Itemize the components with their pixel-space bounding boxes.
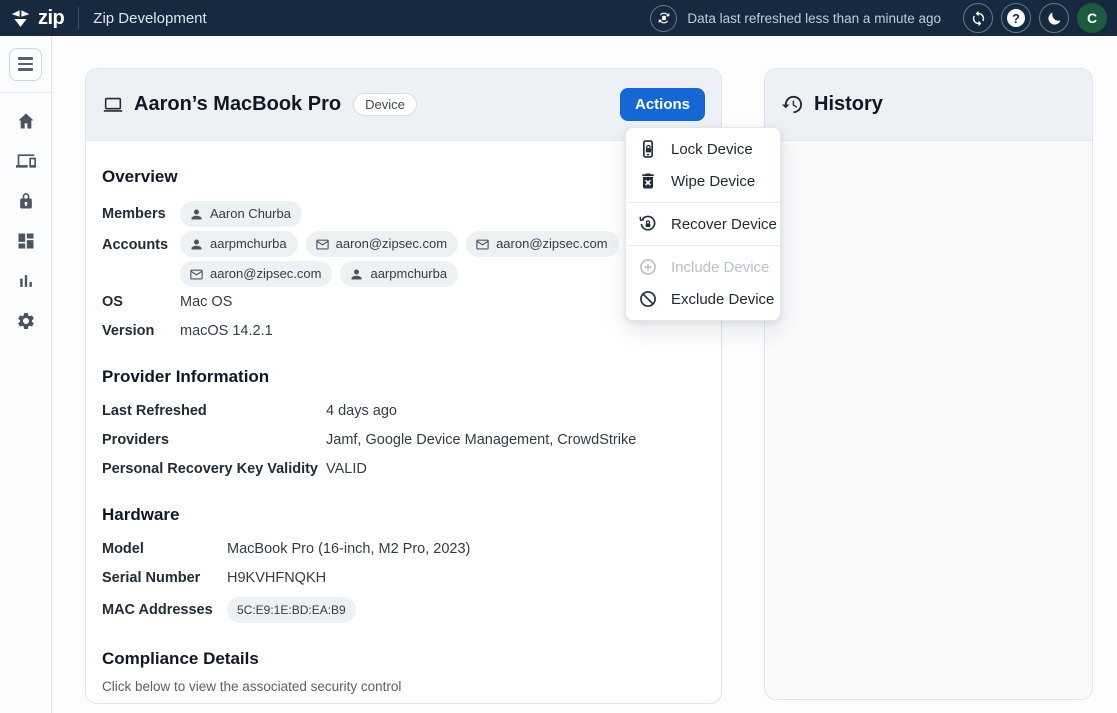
members-label: Members [102,204,180,224]
os-label: OS [102,292,180,312]
mail-icon [189,267,204,282]
overview-heading: Overview [102,167,705,187]
workspace-title: Zip Development [93,10,206,27]
history-title: History [814,93,883,116]
help-button[interactable]: ? [1001,3,1031,33]
sidebar-item-devices[interactable] [0,141,51,181]
menu-item-exclude-device[interactable]: Exclude Device [626,283,780,315]
refresh-status-text: Data last refreshed less than a minute a… [687,11,941,26]
account-chip[interactable]: aaron@zipsec.com [466,231,618,257]
hardware-row: Serial Number H9KVHFNQKH [102,568,705,588]
account-chip[interactable]: aaron@zipsec.com [306,231,458,257]
lock-device-icon [638,139,658,159]
history-icon [781,93,804,116]
brand-logo: zip [10,7,64,30]
dashboard-icon [16,231,36,251]
history-card-header: History [765,69,1092,141]
device-sync-icon [650,5,677,32]
member-chip[interactable]: Aaron Churba [180,201,302,227]
user-avatar[interactable]: C [1077,3,1107,33]
wipe-device-icon [638,171,658,191]
members-row: Members Aaron Churba [102,201,705,227]
top-navbar: zip Zip Development Data last refreshed … [0,0,1117,36]
page-title: Aaron’s MacBook Pro [134,93,341,116]
recover-device-icon [638,214,658,234]
compliance-note: Click below to view the associated secur… [102,679,705,694]
user-icon [189,207,204,222]
user-icon [349,267,364,282]
gear-icon [16,311,36,331]
main-content: Aaron’s MacBook Pro Device Actions Overv… [52,36,1117,713]
history-empty-body [765,141,1092,700]
refresh-button[interactable] [963,3,993,33]
moon-icon [1046,10,1063,27]
sidebar-item-settings[interactable] [0,301,51,341]
sidebar-item-security[interactable] [0,181,51,221]
accounts-row: Accounts aarpmchurba aaron@zipsec.com [102,231,705,287]
mac-address-chip: 5C:E9:1E:BD:EA:B9 [227,597,356,623]
menu-icon [18,57,33,59]
include-device-icon [638,257,658,277]
brand-text: zip [38,7,64,30]
menu-item-wipe-device[interactable]: Wipe Device [626,165,780,197]
exclude-device-icon [638,289,658,309]
version-value: macOS 14.2.1 [180,321,273,341]
history-card: History [764,68,1093,700]
account-chip[interactable]: aarpmchurba [340,261,458,287]
refresh-icon [970,10,987,27]
laptop-icon [102,94,124,116]
account-chip[interactable]: aarpmchurba [180,231,298,257]
menu-item-recover-device[interactable]: Recover Device [626,208,780,240]
provider-row: Last Refreshed 4 days ago [102,401,705,421]
theme-toggle-button[interactable] [1039,3,1069,33]
version-label: Version [102,321,180,341]
mail-icon [475,237,490,252]
accounts-label: Accounts [102,231,180,255]
sidebar [0,36,52,713]
version-row: Version macOS 14.2.1 [102,321,705,341]
provider-heading: Provider Information [102,367,705,387]
menu-item-include-device: Include Device [626,251,780,283]
mac-addresses-row: MAC Addresses 5C:E9:1E:BD:EA:B9 [102,597,705,623]
refresh-status: Data last refreshed less than a minute a… [650,5,941,32]
hardware-heading: Hardware [102,505,705,525]
sidebar-item-dashboard[interactable] [0,221,51,261]
lock-icon [16,191,36,211]
sidebar-item-reports[interactable] [0,261,51,301]
device-type-badge: Device [353,93,417,116]
mac-addresses-label: MAC Addresses [102,600,227,620]
sidebar-toggle-button[interactable] [9,48,42,81]
home-icon [16,111,36,131]
actions-menu: Lock Device Wipe Device [625,127,781,321]
menu-item-lock-device[interactable]: Lock Device [626,133,780,165]
mail-icon [315,237,330,252]
actions-button[interactable]: Actions [620,88,705,121]
help-icon: ? [1007,9,1025,27]
provider-row: Providers Jamf, Google Device Management… [102,430,705,450]
zip-logo-icon [10,8,31,29]
os-value: Mac OS [180,292,232,312]
navbar-divider [78,7,79,29]
devices-icon [16,151,36,171]
bar-chart-icon [16,271,36,291]
sidebar-item-home[interactable] [0,101,51,141]
compliance-heading: Compliance Details [102,649,705,669]
provider-row: Personal Recovery Key Validity VALID [102,459,705,479]
os-row: OS Mac OS [102,292,705,312]
account-chip[interactable]: aaron@zipsec.com [180,261,332,287]
hardware-row: Model MacBook Pro (16-inch, M2 Pro, 2023… [102,539,705,559]
user-icon [189,237,204,252]
sidebar-header [0,36,51,93]
